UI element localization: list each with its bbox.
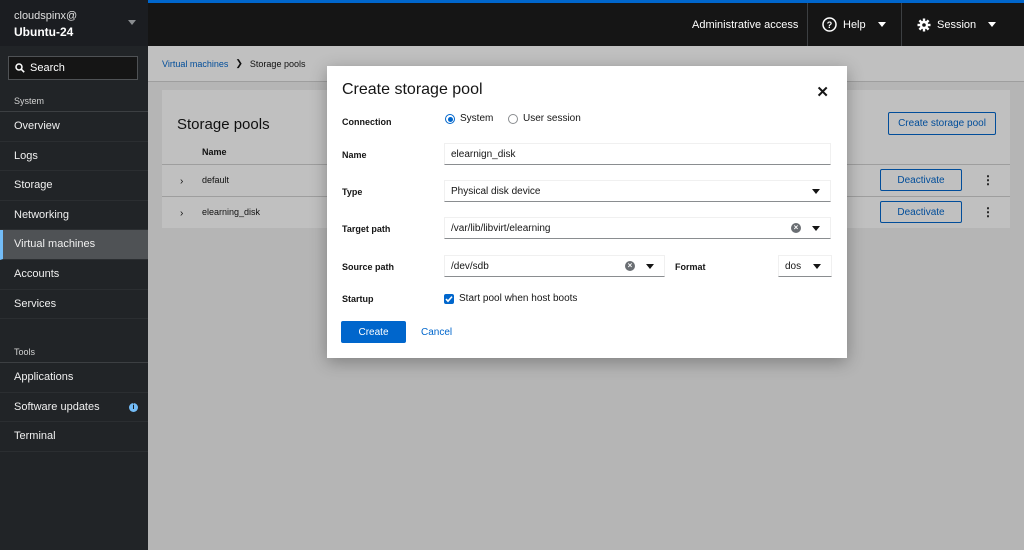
caret-down-icon [813, 264, 821, 269]
cancel-button[interactable]: Cancel [421, 327, 452, 338]
help-button[interactable]: ? Help [822, 3, 886, 46]
radio-selected-icon [445, 113, 455, 124]
chevron-down-icon[interactable] [128, 20, 136, 25]
checkbox-label: Start pool when host boots [459, 293, 578, 304]
top-bar: Administrative access ? Help Session [148, 0, 1024, 46]
radio-label: User session [523, 113, 581, 124]
caret-down-icon [877, 22, 886, 27]
dialog-title: Create storage pool [342, 81, 483, 98]
nav-tools: Tools Applications Software updates i Te… [0, 341, 148, 452]
sidebar: cloudspinx@ Ubuntu-24 Search System Over… [0, 0, 148, 550]
name-field[interactable]: elearnign_disk [444, 143, 831, 165]
host-user: cloudspinx@ [14, 10, 78, 22]
type-select[interactable]: Physical disk device [444, 180, 831, 202]
radio-label: System [460, 113, 494, 124]
source-path-input[interactable]: /dev/sdb × [444, 255, 665, 277]
target-path-input[interactable]: /var/lib/libvirt/elearning × [444, 217, 831, 239]
close-icon[interactable]: ✕ [816, 83, 829, 101]
create-storage-pool-dialog: Create storage pool ✕ Connection System … [327, 66, 847, 358]
radio-unselected-icon [508, 113, 518, 124]
sidebar-item-terminal[interactable]: Terminal [0, 422, 148, 452]
caret-down-icon [988, 22, 997, 27]
name-value: elearnign_disk [451, 148, 516, 160]
startup-label: Startup [342, 294, 374, 304]
source-path-value: /dev/sdb [451, 260, 489, 272]
search-icon [15, 63, 25, 73]
start-on-boot-checkbox[interactable]: Start pool when host boots [444, 293, 577, 304]
divider [901, 3, 902, 46]
sidebar-item-applications[interactable]: Applications [0, 363, 148, 393]
caret-down-icon[interactable] [646, 264, 654, 269]
nav-heading-tools: Tools [0, 341, 148, 363]
type-value: Physical disk device [451, 185, 541, 197]
target-path-label: Target path [342, 224, 391, 234]
type-label: Type [342, 187, 363, 197]
clear-icon[interactable]: × [791, 223, 801, 233]
caret-down-icon[interactable] [812, 226, 820, 231]
svg-text:?: ? [827, 20, 833, 30]
radio-system[interactable]: System [445, 113, 493, 124]
format-value: dos [785, 260, 802, 272]
sidebar-item-label: Software updates [14, 400, 100, 413]
sidebar-item-networking[interactable]: Networking [0, 201, 148, 231]
help-icon: ? [822, 17, 837, 32]
target-path-value: /var/lib/libvirt/elearning [451, 222, 551, 234]
search-input[interactable]: Search [8, 56, 138, 80]
sidebar-item-services[interactable]: Services [0, 290, 148, 320]
source-path-label: Source path [342, 262, 395, 272]
info-badge-icon: i [129, 402, 138, 412]
admin-access-button[interactable]: Administrative access [692, 3, 798, 46]
host-switcher[interactable]: cloudspinx@ Ubuntu-24 [0, 0, 148, 46]
sidebar-item-overview[interactable]: Overview [0, 112, 148, 142]
host-name: Ubuntu-24 [14, 25, 74, 39]
session-button[interactable]: Session [917, 3, 997, 46]
sidebar-item-software-updates[interactable]: Software updates i [0, 393, 148, 423]
sidebar-item-virtual-machines[interactable]: Virtual machines [0, 230, 148, 260]
nav-system: System Overview Logs Storage Networking … [0, 90, 148, 320]
format-label: Format [675, 262, 706, 272]
session-label: Session [937, 18, 977, 31]
name-label: Name [342, 150, 367, 160]
caret-down-icon [812, 189, 820, 194]
connection-label: Connection [342, 117, 392, 127]
gear-icon [917, 18, 931, 31]
sidebar-item-logs[interactable]: Logs [0, 142, 148, 172]
clear-icon[interactable]: × [625, 261, 635, 271]
sidebar-item-accounts[interactable]: Accounts [0, 260, 148, 290]
divider [807, 3, 808, 46]
search-label: Search [30, 62, 65, 74]
create-button[interactable]: Create [341, 321, 406, 343]
format-select[interactable]: dos [778, 255, 832, 277]
radio-user-session[interactable]: User session [508, 113, 581, 124]
help-label: Help [843, 18, 866, 31]
nav-heading-system: System [0, 90, 148, 112]
sidebar-item-storage[interactable]: Storage [0, 171, 148, 201]
checkmark-icon [444, 293, 454, 304]
